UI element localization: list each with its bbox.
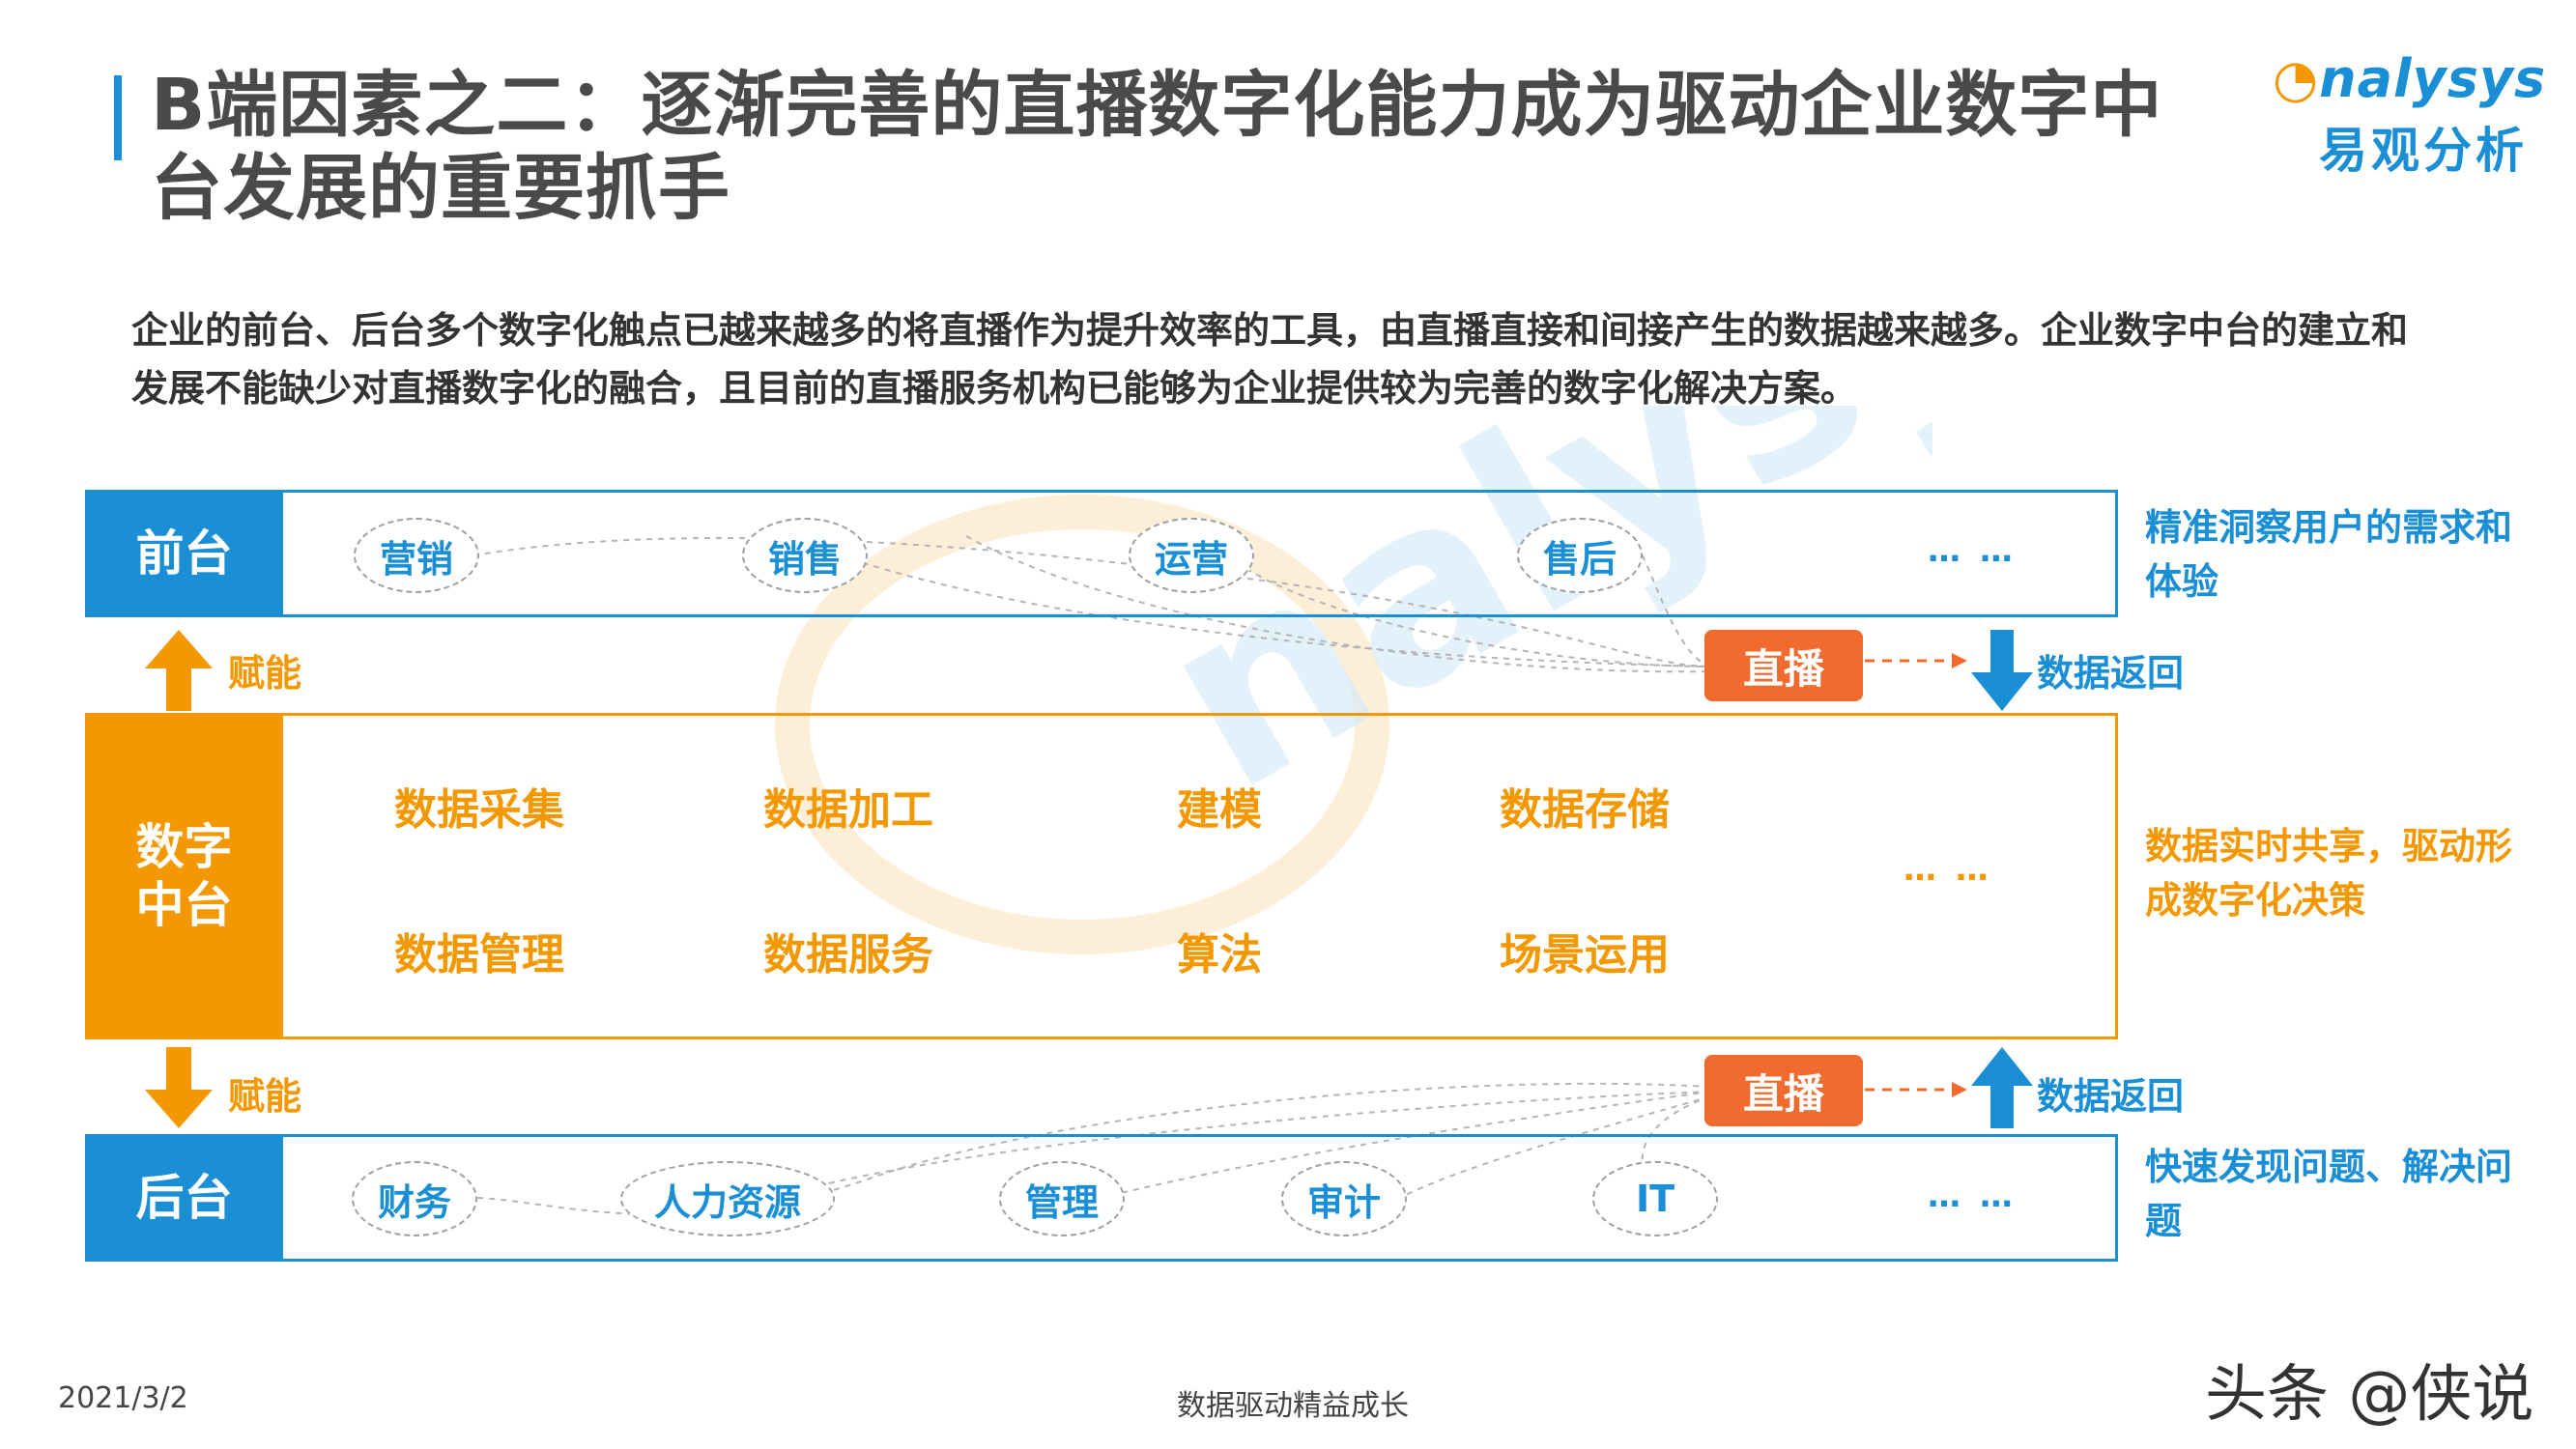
middle-side-text: 数据实时共享，驱动形成数字化决策: [2145, 825, 2513, 922]
middle-item-data-storage: 数据存储: [1500, 785, 1670, 835]
footer-date: 2021/3/2: [58, 1381, 188, 1415]
back-item-it: IT: [1592, 1161, 1718, 1236]
middle-row: [85, 713, 2118, 1039]
bottom-empower-label: 赋能: [228, 1075, 302, 1118]
top-live-badge: 直播: [1704, 630, 1863, 701]
back-item-finance: 财务: [352, 1161, 477, 1236]
empower-down-arrow-icon: [145, 1047, 213, 1128]
middle-item-data-management: 数据管理: [394, 930, 564, 980]
top-data-return-label: 数据返回: [2037, 652, 2185, 695]
middle-more: … …: [1903, 850, 1992, 889]
data-return-up-arrow-icon: [1971, 1047, 2033, 1128]
middle-item-data-service: 数据服务: [763, 930, 933, 980]
middle-label: 数字中台: [85, 713, 283, 1039]
source-credit: 头条 @侠说: [2205, 1359, 2534, 1431]
data-return-down-arrow-icon: [1971, 630, 2033, 711]
back-item-management: 管理: [999, 1161, 1125, 1236]
front-side-text: 精准洞察用户的需求和体验: [2145, 506, 2513, 603]
front-item-marketing: 营销: [354, 518, 479, 593]
middle-item-algorithm: 算法: [1177, 930, 1262, 980]
middle-item-data-processing: 数据加工: [763, 785, 933, 835]
empower-up-arrow-icon: [145, 630, 213, 711]
bottom-data-return-label: 数据返回: [2037, 1075, 2185, 1118]
front-more: … …: [1928, 531, 2017, 570]
front-item-operations: 运营: [1129, 518, 1254, 593]
middle-item-data-collection: 数据采集: [394, 785, 564, 835]
back-more: … …: [1928, 1177, 2017, 1215]
front-item-sales: 销售: [742, 518, 868, 593]
top-empower-label: 赋能: [228, 652, 302, 695]
back-item-audit: 审计: [1281, 1161, 1407, 1236]
back-side-text: 快速发现问题、解决问题: [2145, 1146, 2513, 1242]
middle-item-modeling: 建模: [1177, 785, 1262, 835]
front-item-after-sales: 售后: [1517, 518, 1643, 593]
back-label: 后台: [85, 1134, 283, 1262]
front-label: 前台: [85, 490, 283, 617]
back-item-hr: 人力资源: [620, 1161, 835, 1236]
bottom-live-badge: 直播: [1704, 1055, 1863, 1126]
middle-item-scenario-application: 场景运用: [1500, 930, 1670, 980]
footer-slogan: 数据驱动精益成长: [1177, 1389, 1409, 1423]
